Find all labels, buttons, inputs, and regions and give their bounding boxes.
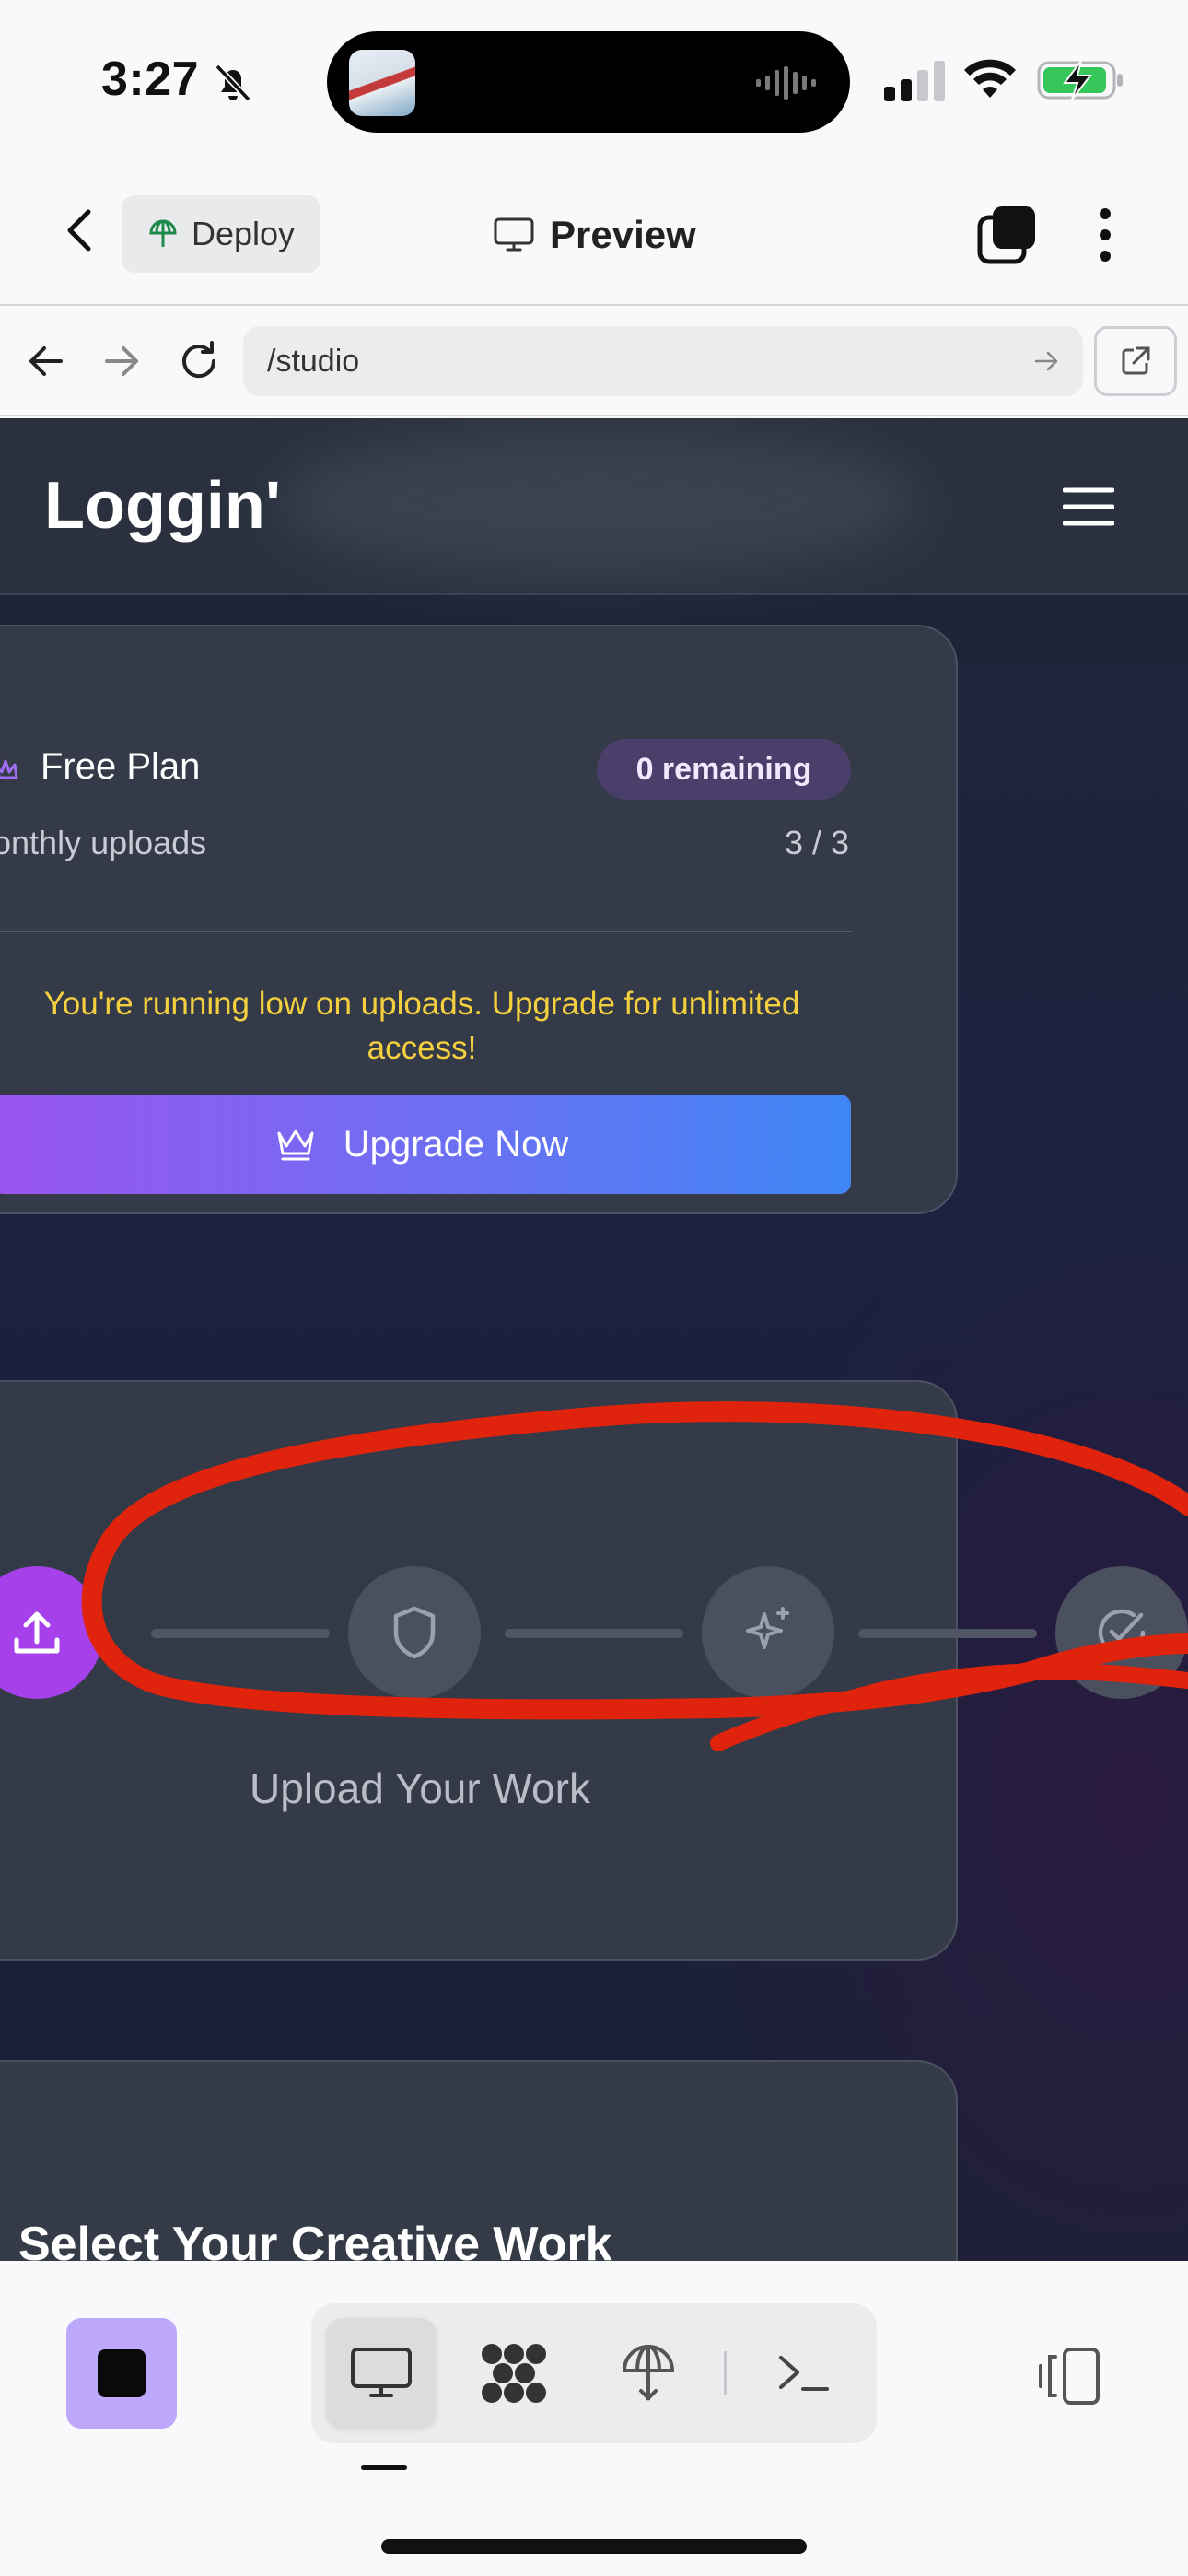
app-header: Deploy Preview [0,157,1188,306]
globe-pin-icon [149,219,177,247]
stop-button[interactable] [66,2318,177,2429]
back-chevron-icon[interactable] [55,203,101,258]
url-bar[interactable]: /studio [243,326,1083,396]
site-header: Loggin' [0,418,1188,595]
stop-icon [98,2349,146,2397]
toolbar-separator [724,2351,727,2395]
nodes-icon [482,2344,546,2403]
remaining-badge-text: 0 remaining [635,751,812,787]
select-work-card: Select Your Creative Work [0,2060,958,2261]
current-step-label: Upload Your Work [250,1764,590,1812]
upgrade-now-label: Upgrade Now [343,1123,569,1165]
tool-group [311,2303,877,2443]
site-title[interactable]: Loggin' [44,468,281,544]
more-vertical-icon[interactable] [1089,203,1122,267]
uploads-count: 3 / 3 [784,824,849,861]
home-indicator [381,2539,807,2554]
reload-icon[interactable] [173,335,225,387]
web-viewport: Loggin' Free Plan 0 remaining onthly upl… [0,418,1188,2261]
plan-name: Free Plan [41,746,201,787]
desktop-icon [351,2348,412,2397]
preview-title: Preview [493,203,696,267]
terminal-icon [779,2356,829,2391]
active-tab-indicator [361,2465,407,2470]
terminal-tool-button[interactable] [748,2318,858,2429]
deploy-globe-icon [622,2345,675,2401]
remaining-badge: 0 remaining [597,739,851,800]
nodes-tool-button[interactable] [459,2318,569,2429]
check-circle-icon [1098,1609,1146,1657]
arrow-go-icon[interactable] [1031,346,1061,376]
bottom-toolbar [0,2261,1188,2576]
step-sparkle[interactable] [702,1566,834,1699]
deploy-tool-button[interactable] [593,2318,704,2429]
divider [0,931,851,932]
step-upload[interactable] [0,1566,103,1699]
upgrade-now-button[interactable]: Upgrade Now [0,1095,851,1194]
steps-card: Upload Your Work [0,1380,1188,1961]
desktop-tool-button[interactable] [326,2318,437,2429]
tabs-icon[interactable] [976,205,1037,265]
battery-charging-icon [1037,60,1123,100]
select-work-title: Select Your Creative Work [18,2218,612,2261]
step-connector [505,1629,683,1638]
low-uploads-warning: You're running low on uploads. Upgrade f… [0,982,851,1071]
dynamic-island [327,31,850,133]
wifi-icon [964,59,1016,98]
monthly-uploads-label: onthly uploads [0,824,207,861]
upload-icon [14,1611,60,1654]
sparkle-icon [746,1607,789,1649]
layout-switch-icon[interactable] [1030,2346,1103,2406]
bell-slash-icon [215,64,251,102]
status-bar: 3:27 [0,0,1188,157]
external-link-icon [1122,346,1150,375]
desktop-icon [494,217,534,252]
arrow-left-icon[interactable] [20,335,72,387]
browser-bar: /studio [0,308,1188,416]
deploy-label: Deploy [192,215,296,252]
waveform-icon [756,66,816,100]
open-external-button[interactable] [1094,326,1177,396]
step-shield[interactable] [348,1566,481,1699]
plan-card: Free Plan 0 remaining onthly uploads 3 /… [0,625,958,1214]
warning-line-1: You're running low on uploads. Upgrade f… [43,986,800,1022]
step-check[interactable] [1055,1566,1188,1699]
arrow-right-icon[interactable] [96,335,147,387]
cellular-signal-icon [884,61,945,101]
url-text: /studio [267,343,360,379]
crown-icon [277,1130,314,1161]
step-connector [151,1629,330,1638]
now-playing-thumbnail [349,50,415,116]
deploy-button[interactable]: Deploy [122,195,320,273]
shield-icon [393,1606,436,1659]
crown-icon [0,759,18,779]
preview-label: Preview [550,213,696,256]
status-time: 3:27 [101,53,200,106]
hamburger-menu-icon[interactable] [1063,485,1114,529]
step-connector [858,1629,1037,1638]
warning-line-2: access! [367,1030,477,1066]
